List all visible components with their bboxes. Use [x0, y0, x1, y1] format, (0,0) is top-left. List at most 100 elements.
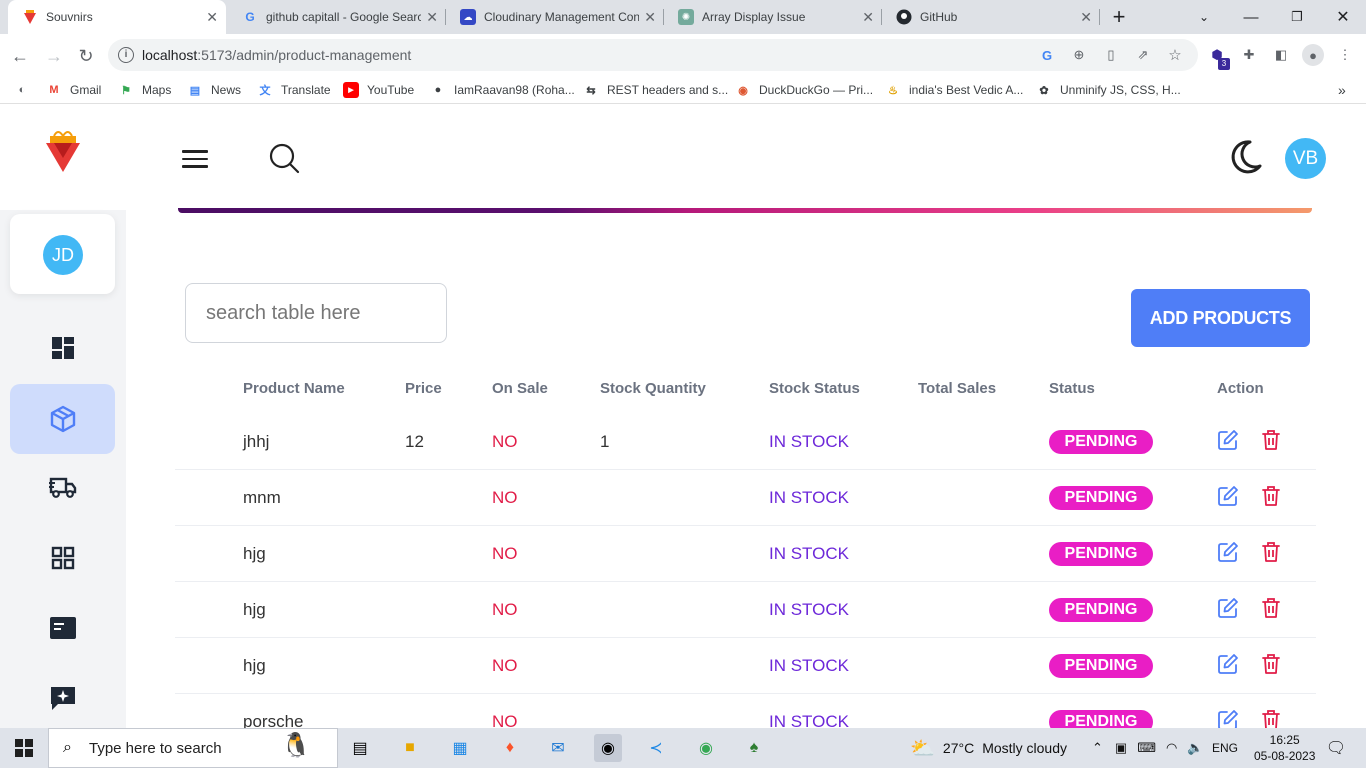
chrome-icon[interactable]: ◉ — [594, 734, 622, 762]
edit-icon[interactable] — [1217, 653, 1239, 675]
tab-search-chevron-icon[interactable]: ⌄ — [1181, 0, 1227, 34]
close-window-button[interactable]: ✕ — [1320, 0, 1366, 34]
user-avatar[interactable]: VB — [1285, 138, 1326, 179]
share-icon[interactable]: ⇗ — [1134, 46, 1152, 64]
edit-icon[interactable] — [1217, 709, 1239, 728]
admin-app: VB JD search table here ADD PRODUCTS Pro… — [0, 108, 1366, 728]
wifi-icon[interactable]: ◠ — [1166, 740, 1177, 756]
sidebar-item-products[interactable] — [10, 384, 115, 454]
microsoft-store-icon[interactable]: ▦ — [446, 734, 474, 762]
apps-icon[interactable]: ◐ — [14, 82, 38, 98]
bookmark-news[interactable]: ▤ News — [187, 82, 241, 98]
mail-icon[interactable]: ✉ — [544, 734, 572, 762]
bookmark-unminify[interactable]: ✿ Unminify JS, CSS, H... — [1036, 82, 1180, 98]
column-header-status[interactable]: Status — [1049, 380, 1095, 397]
column-header-total-sales[interactable]: Total Sales — [918, 380, 996, 397]
file-explorer-icon[interactable]: ■ — [396, 734, 424, 762]
bookmark-label: india's Best Vedic A... — [909, 83, 1024, 97]
delete-trash-icon[interactable] — [1261, 541, 1281, 563]
bookmark-star-icon[interactable]: ☆ — [1166, 46, 1184, 64]
sidebar-item-categories[interactable] — [10, 523, 115, 593]
network-icon[interactable]: ⌨ — [1137, 740, 1156, 756]
language-indicator[interactable]: ENG — [1212, 728, 1238, 768]
kebab-menu-icon[interactable]: ⋮ — [1336, 46, 1354, 64]
site-info-icon[interactable]: i — [118, 47, 134, 63]
vscode-icon[interactable]: ≺ — [642, 734, 670, 762]
sidebar-item-shipping[interactable] — [10, 453, 115, 523]
side-panel-icon[interactable]: ◧ — [1272, 46, 1290, 64]
tab-souvnirs[interactable]: Souvnirs ✕ — [8, 0, 226, 34]
url-bar[interactable]: i localhost:5173/admin/product-managemen… — [108, 39, 1198, 71]
tray-icons[interactable]: ⌃ ▣ ⌨ ◠ 🔈 — [1092, 728, 1216, 768]
close-tab-icon[interactable]: ✕ — [426, 9, 438, 26]
bookmark-youtube[interactable]: ▶ YouTube — [343, 82, 414, 98]
souvnirs-logo-icon[interactable] — [44, 128, 82, 174]
reload-icon[interactable]: ↻ — [72, 42, 100, 70]
add-products-button[interactable]: ADD PRODUCTS — [1131, 289, 1310, 347]
tab-cloudinary[interactable]: ☁ Cloudinary Management Con ✕ — [446, 0, 664, 34]
weather-widget[interactable]: ⛅ 27°C Mostly cloudy — [910, 728, 1067, 768]
tab-github[interactable]: GitHub ✕ — [882, 0, 1100, 34]
close-tab-icon[interactable]: ✕ — [644, 9, 656, 26]
close-tab-icon[interactable]: ✕ — [206, 9, 218, 26]
profile-card[interactable]: JD — [10, 214, 115, 294]
notifications-icon[interactable]: 🗨 — [1322, 734, 1350, 762]
taskbar-search-box[interactable]: ⌕ Type here to search 🐧 — [48, 728, 338, 768]
status-badge: PENDING — [1049, 710, 1153, 728]
delete-trash-icon[interactable] — [1261, 429, 1281, 451]
mongodb-icon[interactable]: ♠ — [740, 734, 768, 762]
column-header-stock-status[interactable]: Stock Status — [769, 380, 860, 397]
bookmark-gmail[interactable]: M Gmail — [46, 82, 101, 98]
search-icon[interactable] — [268, 142, 300, 174]
delete-trash-icon[interactable] — [1261, 597, 1281, 619]
sidebar-item-dashboard[interactable] — [10, 313, 115, 383]
delete-trash-icon[interactable] — [1261, 709, 1281, 728]
column-header-stock-quantity[interactable]: Stock Quantity — [600, 380, 706, 397]
brave-browser-icon[interactable]: ♦ — [496, 734, 524, 762]
page-icon[interactable]: ▯ — [1102, 46, 1120, 64]
forward-arrow-icon[interactable]: → — [40, 42, 68, 70]
bookmark-translate[interactable]: 文 Translate — [257, 82, 331, 98]
close-tab-icon[interactable]: ✕ — [862, 9, 874, 26]
bookmark-maps[interactable]: ⚑ Maps — [118, 82, 171, 98]
edit-icon[interactable] — [1217, 597, 1239, 619]
chevron-up-icon[interactable]: ⌃ — [1092, 740, 1103, 756]
tab-chatgpt[interactable]: ✺ Array Display Issue ✕ — [664, 0, 882, 34]
table-row: hjg NO IN STOCK PENDING — [175, 638, 1316, 694]
delete-trash-icon[interactable] — [1261, 485, 1281, 507]
chrome-profile-icon[interactable]: ◉ — [692, 734, 720, 762]
bookmarks-overflow-icon[interactable]: » — [1338, 82, 1346, 98]
new-tab-button[interactable]: + — [1096, 0, 1142, 34]
sidebar-item-pages[interactable] — [10, 593, 115, 663]
volume-muted-icon[interactable]: 🔈 — [1187, 740, 1203, 756]
dark-mode-moon-icon[interactable] — [1226, 138, 1264, 176]
clock[interactable]: 16:25 05-08-2023 — [1254, 728, 1315, 768]
bookmark-duckduckgo[interactable]: ◉ DuckDuckGo — Pri... — [735, 82, 873, 98]
zoom-icon[interactable]: ⊕ — [1070, 46, 1088, 64]
minimize-button[interactable]: — — [1228, 0, 1274, 34]
bookmark-github-profile[interactable]: ● IamRaavan98 (Roha... — [430, 82, 575, 98]
bookmark-vedic[interactable]: ♨ india's Best Vedic A... — [885, 82, 1023, 98]
back-arrow-icon[interactable]: ← — [6, 42, 34, 70]
column-header-on-sale[interactable]: On Sale — [492, 380, 548, 397]
column-header-product-name[interactable]: Product Name — [243, 380, 345, 397]
edit-icon[interactable] — [1217, 485, 1239, 507]
bookmark-rest-headers[interactable]: ⇆ REST headers and s... — [583, 82, 728, 98]
edit-icon[interactable] — [1217, 541, 1239, 563]
tab-google-search[interactable]: G github capitall - Google Search ✕ — [228, 0, 446, 34]
column-header-price[interactable]: Price — [405, 380, 442, 397]
delete-trash-icon[interactable] — [1261, 653, 1281, 675]
puzzle-extensions-icon[interactable]: ✚ — [1240, 46, 1258, 64]
meet-icon[interactable]: ▣ — [1115, 740, 1127, 756]
edit-icon[interactable] — [1217, 429, 1239, 451]
table-row: mnm NO IN STOCK PENDING — [175, 470, 1316, 526]
table-search-input[interactable] — [185, 283, 447, 343]
google-lens-icon[interactable]: G — [1038, 46, 1056, 64]
profile-icon[interactable]: ● — [1302, 44, 1324, 66]
menu-hamburger-icon[interactable] — [182, 150, 208, 168]
close-tab-icon[interactable]: ✕ — [1080, 9, 1092, 26]
sidebar-item-reviews[interactable] — [10, 663, 115, 728]
windows-start-icon[interactable] — [10, 734, 38, 762]
restore-button[interactable]: ❐ — [1274, 0, 1320, 34]
task-view-icon[interactable]: ▤ — [346, 734, 374, 762]
